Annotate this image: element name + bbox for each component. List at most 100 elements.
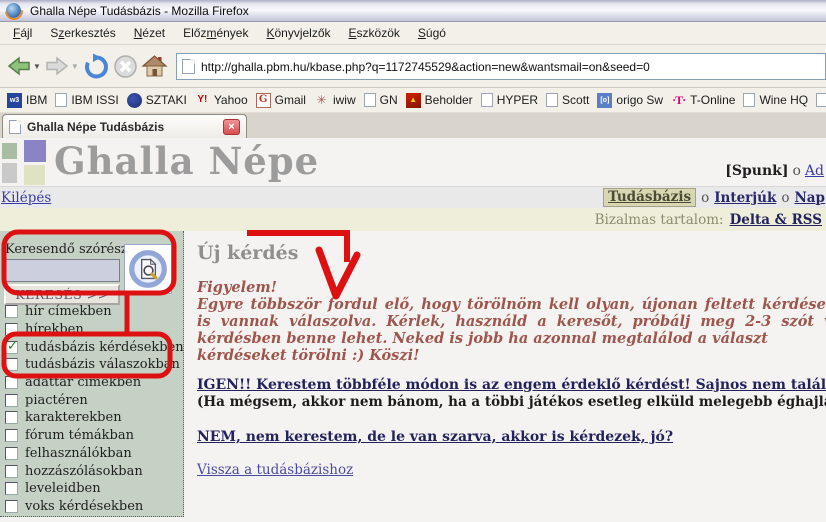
- nav-link-cut[interactable]: Nap: [794, 190, 825, 206]
- url-bar[interactable]: http://ghalla.pbm.hu/kbase.php?q=1172745…: [176, 53, 826, 80]
- search-scope-row[interactable]: fórum témákban: [5, 427, 180, 445]
- menu-item-post: ézet: [142, 26, 165, 40]
- menu-item[interactable]: Fájl: [4, 23, 41, 43]
- confidential-row: Bizalmas tartalom: Delta & RSS: [0, 208, 826, 231]
- checkbox[interactable]: [5, 411, 18, 424]
- bookmark-icon: [314, 93, 329, 108]
- nav-link-interjuk[interactable]: Interjúk: [714, 190, 776, 206]
- warning-text: Egyre többször fordul elő, hogy törölnöm…: [197, 296, 826, 364]
- tab-page-icon: [9, 120, 21, 134]
- bookmark-item[interactable]: SZTAKI: [125, 93, 193, 108]
- back-button[interactable]: [6, 50, 32, 82]
- checkbox[interactable]: [5, 500, 18, 513]
- confidential-label: Bizalmas tartalom:: [595, 212, 724, 228]
- checkbox-label: hír címekben: [25, 304, 112, 319]
- checkbox[interactable]: [5, 358, 18, 371]
- menu-item[interactable]: Nézet: [125, 23, 174, 43]
- checkbox[interactable]: [5, 341, 18, 354]
- bookmark-icon: [597, 93, 612, 108]
- bookmark-item[interactable]: Yahoo: [193, 93, 254, 108]
- bookmark-item[interactable]: iwiw: [312, 93, 362, 108]
- searched-no-link[interactable]: NEM, nem kerestem, de le van szarva, akk…: [197, 429, 673, 445]
- search-scope-row[interactable]: tudásbázis kérdésekben: [5, 338, 180, 356]
- url-text: http://ghalla.pbm.hu/kbase.php?q=1172745…: [201, 60, 650, 74]
- checkbox[interactable]: [5, 465, 18, 478]
- bookmark-item[interactable]: IBM ISSI: [53, 93, 124, 107]
- checkbox-label: hozzászólásokban: [25, 464, 143, 479]
- searched-yes-link[interactable]: IGEN!! Kerestem többféle módon is az eng…: [197, 377, 826, 393]
- bookmark-item[interactable]: Gmail: [254, 93, 312, 108]
- search-scope-row[interactable]: tudásbázis válaszokban: [5, 356, 180, 374]
- forward-dropdown-caret[interactable]: ▼: [71, 62, 79, 71]
- menu-item-post: ájl: [20, 26, 32, 40]
- search-scope-row[interactable]: hír címekben: [5, 303, 180, 321]
- home-button[interactable]: [140, 50, 169, 82]
- checkbox-label: hírekben: [25, 322, 84, 337]
- tab-ghalla-nepe-tudasbazis[interactable]: Ghalla Népe Tudásbázis ×: [2, 114, 247, 138]
- site-title: Ghalla Népe: [54, 139, 319, 183]
- bookmark-label: IBM: [26, 93, 47, 107]
- search-scope-row[interactable]: voks kérdésekben: [5, 498, 180, 516]
- logout-link[interactable]: Kilépés: [1, 190, 51, 206]
- warning-text-line: Egyre többször fordul elő, hogy törölnöm…: [197, 296, 826, 313]
- bookmark-item[interactable]: Scott: [544, 93, 595, 107]
- back-dropdown-caret[interactable]: ▼: [33, 62, 41, 71]
- search-scope-row[interactable]: hozzászólásokban: [5, 462, 180, 480]
- menu-item[interactable]: Előzmények: [174, 23, 257, 43]
- checkbox[interactable]: [5, 394, 18, 407]
- stop-button[interactable]: [111, 50, 140, 82]
- checkbox-label: adattár címekben: [25, 375, 141, 390]
- bookmark-item[interactable]: DistroWa: [814, 93, 826, 107]
- checkbox[interactable]: [5, 482, 18, 495]
- menu-item[interactable]: Szerkesztés: [41, 23, 124, 43]
- reload-button[interactable]: [82, 50, 111, 82]
- bookmark-item[interactable]: IBM: [5, 93, 53, 108]
- separator: o: [792, 163, 800, 179]
- confidential-link[interactable]: Delta & RSS: [730, 212, 822, 228]
- menu-item[interactable]: Könyvjelzők: [257, 23, 339, 43]
- search-input[interactable]: [4, 259, 120, 282]
- search-scope-row[interactable]: felhasználókban: [5, 445, 180, 463]
- tab-close-button[interactable]: ×: [223, 119, 240, 135]
- bookmark-icon: [256, 93, 271, 108]
- bookmark-label: SZTAKI: [146, 93, 187, 107]
- checkbox[interactable]: [5, 376, 18, 389]
- bookmark-label: origo Sw: [616, 93, 663, 107]
- bookmark-icon: [7, 93, 22, 108]
- search-sidebar: Keresendő szórész: KERESÉS >> hír címekb…: [0, 231, 184, 517]
- note-text: (Ha mégsem, akkor nem bánom, ha a többi …: [197, 394, 826, 410]
- firefox-window: Ghalla Népe Tudásbázis - Mozilla Firefox…: [0, 0, 826, 522]
- bookmark-item[interactable]: T-Online: [669, 93, 741, 108]
- header-link-cut[interactable]: Ad: [805, 163, 824, 179]
- search-scope-row[interactable]: adattár címekben: [5, 374, 180, 392]
- search-scope-row[interactable]: piactéren: [5, 391, 180, 409]
- page-content: Ghalla Népe [Spunk]oAd Kilépés Tudásbázi…: [0, 138, 826, 522]
- bookmark-item[interactable]: HYPER: [479, 93, 544, 107]
- search-label: Keresendő szórész:: [5, 242, 132, 257]
- page-title: Új kérdés: [197, 242, 826, 264]
- nav-tab-tudasbazis[interactable]: Tudásbázis: [603, 188, 696, 207]
- search-scope-row[interactable]: karakterekben: [5, 409, 180, 427]
- back-to-knowledgebase-link[interactable]: Vissza a tudásbázishoz: [197, 462, 826, 478]
- search-button[interactable]: KERESÉS >>: [4, 284, 120, 305]
- checkbox[interactable]: [5, 305, 18, 318]
- bookmark-item[interactable]: Wine HQ: [741, 93, 814, 107]
- bookmark-item[interactable]: origo Sw: [595, 93, 669, 108]
- warning-text-line: is vannak válaszolva. Kérlek, használd a…: [197, 313, 826, 330]
- bookmark-label: iwiw: [333, 93, 356, 107]
- checkbox[interactable]: [5, 447, 18, 460]
- bookmark-item[interactable]: Beholder: [404, 93, 479, 108]
- checkbox[interactable]: [5, 323, 18, 336]
- bookmark-item[interactable]: GN: [362, 93, 404, 107]
- search-scope-row[interactable]: hírekben: [5, 321, 180, 339]
- separator: o: [701, 190, 709, 206]
- checkbox-label: voks kérdésekben: [25, 499, 143, 514]
- checkbox[interactable]: [5, 429, 18, 442]
- search-scope-row[interactable]: leveleidben: [5, 480, 180, 498]
- search-icon-button[interactable]: [124, 244, 172, 294]
- forward-button[interactable]: [44, 50, 70, 82]
- bookmark-icon: [481, 93, 493, 107]
- menu-item[interactable]: Súgó: [409, 23, 455, 43]
- menu-item[interactable]: Eszközök: [340, 23, 409, 43]
- bookmark-icon: [364, 93, 376, 107]
